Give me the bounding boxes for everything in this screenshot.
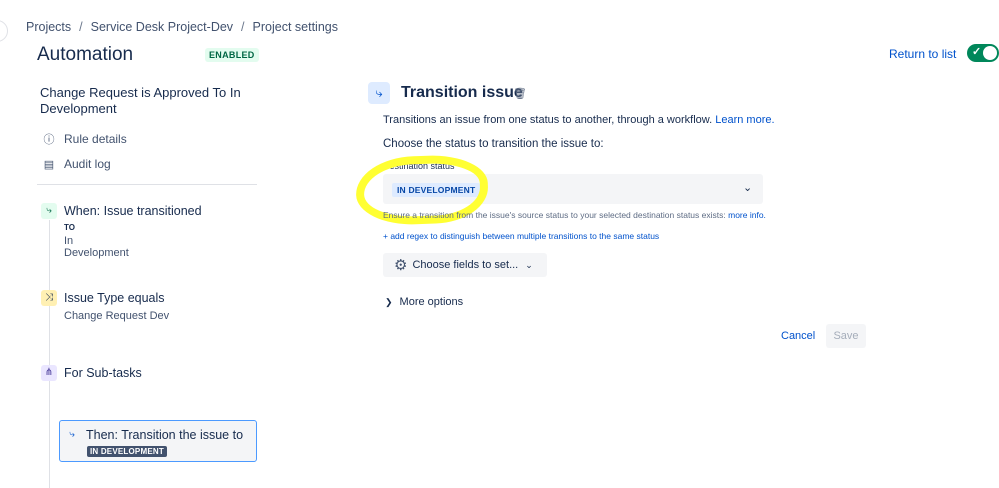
rule-details-label: Rule details xyxy=(64,132,127,146)
branch-title: For Sub-tasks xyxy=(64,366,142,380)
chevron-down-icon: ⌄ xyxy=(525,259,533,270)
trigger-label: TO xyxy=(64,223,75,232)
learn-more-link[interactable]: Learn more. xyxy=(715,114,774,126)
breadcrumb-settings[interactable]: Project settings xyxy=(253,20,338,34)
panel-title: Transition issue xyxy=(401,84,523,101)
description-text: Transitions an issue from one status to … xyxy=(383,114,713,126)
transition-hint: Ensure a transition from the issue's sou… xyxy=(383,210,766,220)
choose-fields-button[interactable]: ⚙ Choose fields to set... ⌄ xyxy=(383,253,547,277)
sidebar-divider xyxy=(37,184,257,185)
shuffle-icon: ⤨ xyxy=(41,290,57,306)
document-icon: ▤ xyxy=(43,158,55,171)
check-icon: ✓ xyxy=(972,46,982,58)
chevron-down-icon: ⌄ xyxy=(743,182,753,194)
flow-connector xyxy=(49,220,50,488)
add-regex-link[interactable]: + add regex to distinguish between multi… xyxy=(383,231,659,241)
chevron-right-icon: ❯ xyxy=(385,297,393,307)
info-icon: ⓘ xyxy=(43,134,55,146)
breadcrumb-separator: / xyxy=(241,20,245,34)
rule-name: Change Request is Approved To In Develop… xyxy=(40,85,241,116)
hint-text: Ensure a transition from the issue's sou… xyxy=(383,210,726,220)
transition-icon: ⤷ xyxy=(41,203,57,219)
toggle-knob xyxy=(983,46,997,60)
status-badge: ENABLED xyxy=(205,48,259,62)
rule-details-link[interactable]: ⓘ Rule details xyxy=(42,131,127,147)
audit-log-label: Audit log xyxy=(64,157,111,171)
page-title: Automation xyxy=(37,44,134,65)
rule-enabled-toggle[interactable]: ✓ xyxy=(967,44,999,62)
action-status-badge: IN DEVELOPMENT xyxy=(87,446,167,457)
breadcrumb-project[interactable]: Service Desk Project-Dev xyxy=(91,20,233,34)
trigger-title: When: Issue transitioned xyxy=(64,204,202,218)
more-info-link[interactable]: more info. xyxy=(728,210,766,220)
choose-fields-label: Choose fields to set... xyxy=(412,259,519,271)
trigger-value: In Development xyxy=(64,235,129,259)
save-button[interactable]: Save xyxy=(826,324,866,348)
cancel-button[interactable]: Cancel xyxy=(781,330,815,342)
choose-prompt: Choose the status to transition the issu… xyxy=(383,138,604,150)
transition-icon: ⤷ xyxy=(368,82,390,104)
panel-description: Transitions an issue from one status to … xyxy=(383,114,775,126)
condition-value: Change Request Dev xyxy=(64,310,170,322)
condition-title: Issue Type equals xyxy=(64,291,165,305)
trash-icon[interactable]: 🗑 xyxy=(513,87,527,100)
action-title: Then: Transition the issue to xyxy=(86,428,244,442)
gear-icon: ⚙ xyxy=(394,257,408,274)
return-to-list-link[interactable]: Return to list xyxy=(889,47,956,61)
transition-icon: ⤷ xyxy=(69,429,75,440)
breadcrumb: Projects / Service Desk Project-Dev / Projec… xyxy=(26,20,338,34)
more-options-label: More options xyxy=(399,296,464,308)
audit-log-link[interactable]: ▤ Audit log xyxy=(42,157,111,171)
hierarchy-icon: ⋔ xyxy=(41,365,57,381)
breadcrumb-separator: / xyxy=(79,20,83,34)
more-options-toggle[interactable]: ❯ More options xyxy=(385,296,463,308)
collapse-sidebar-button[interactable]: ⋮ xyxy=(0,20,8,42)
breadcrumb-projects[interactable]: Projects xyxy=(26,20,71,34)
